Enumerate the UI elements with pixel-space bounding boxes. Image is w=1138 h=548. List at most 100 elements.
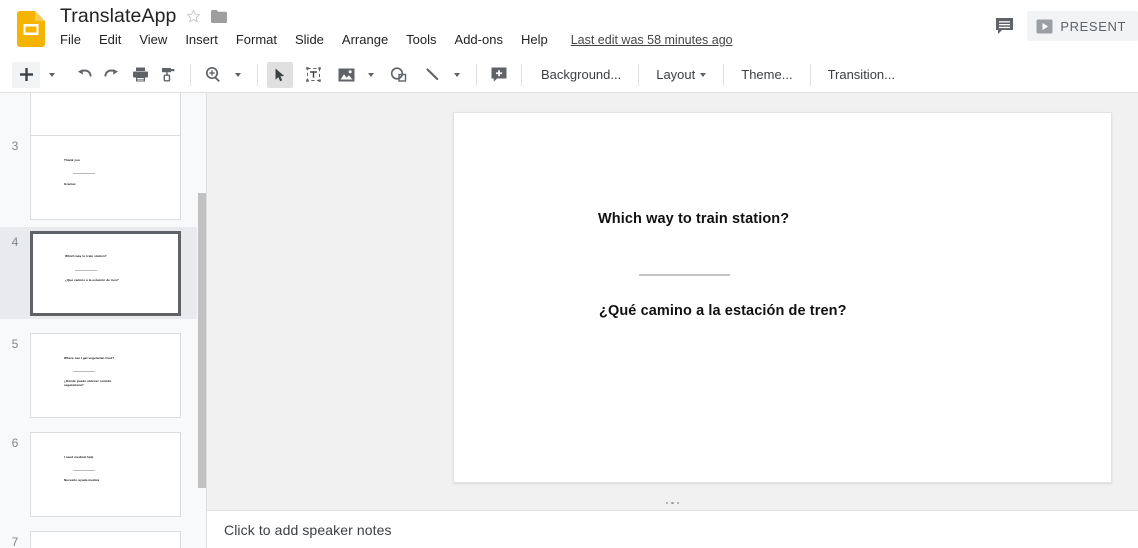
notes-resize-handle[interactable] — [207, 496, 1138, 511]
title-icon-group — [186, 5, 227, 27]
filmstrip-slide-3[interactable]: 3 Thank you Gracias — [0, 135, 206, 220]
slide-thumbnail[interactable] — [30, 93, 181, 138]
present-label: PRESENT — [1060, 18, 1126, 34]
slide-spanish-text[interactable]: ¿Qué camino a la estación de tren? — [599, 303, 847, 319]
print-button[interactable] — [127, 62, 153, 88]
thumbnail-canvas: Thank you Gracias — [31, 136, 180, 219]
thumb-spanish-text: ¿Dónde puedo obtener comida vegetariana? — [64, 379, 111, 387]
menu-arrange[interactable]: Arrange — [333, 30, 397, 50]
insert-shape-button[interactable] — [386, 62, 412, 88]
slide-number: 6 — [11, 436, 19, 450]
new-slide-dropdown[interactable] — [42, 62, 62, 88]
folder-icon[interactable] — [211, 9, 227, 23]
text-box-icon — [305, 67, 321, 82]
slide-thumbnail[interactable]: Which way to train station? ¿Qué camino … — [30, 231, 181, 316]
slide-filmstrip-panel[interactable]: 3 Thank you Gracias 4 Which way to train… — [0, 93, 207, 548]
chevron-down-icon — [454, 72, 460, 77]
filmstrip-slide-6[interactable]: 6 I need medical help Necesito ayuda med… — [0, 432, 206, 517]
new-slide-button[interactable] — [12, 61, 40, 88]
thumb-english-text: I need medical help — [64, 455, 94, 459]
dot — [671, 501, 674, 505]
menu-add-ons[interactable]: Add-ons — [446, 30, 512, 50]
menu-edit[interactable]: Edit — [90, 30, 130, 50]
app-body: 3 Thank you Gracias 4 Which way to train… — [0, 93, 1138, 548]
slides-logo-icon[interactable] — [11, 8, 51, 50]
zoom-dropdown[interactable] — [228, 62, 248, 88]
slide-thumbnail[interactable]: Where can I get vegetarian food? ¿Dónde … — [30, 333, 181, 418]
menu-tools[interactable]: Tools — [397, 30, 445, 50]
menu-bar: File Edit View Insert Format Slide Arran… — [60, 30, 733, 50]
slide-number: 4 — [11, 235, 19, 249]
magnifier-plus-icon — [205, 66, 220, 83]
toolbar-group-slide-props: Background... Layout Theme... Transition… — [530, 57, 906, 93]
zoom-button[interactable] — [200, 62, 226, 88]
present-button[interactable]: PRESENT — [1027, 11, 1138, 41]
insert-image-button[interactable] — [333, 62, 359, 88]
comment-icon[interactable] — [987, 9, 1021, 43]
toolbar-separator — [190, 63, 191, 86]
slide-divider-line[interactable] — [639, 274, 730, 276]
select-tool-button[interactable] — [267, 61, 293, 88]
menu-file[interactable]: File — [60, 30, 90, 50]
theme-button[interactable]: Theme... — [730, 62, 803, 88]
menu-insert[interactable]: Insert — [176, 30, 227, 50]
slides-logo-glyph — [17, 11, 45, 47]
toolbar-separator — [809, 63, 811, 86]
menu-slide[interactable]: Slide — [286, 30, 333, 50]
background-button[interactable]: Background... — [530, 62, 632, 88]
text-box-button[interactable] — [300, 62, 326, 88]
paint-format-button[interactable] — [155, 62, 181, 88]
menu-view[interactable]: View — [130, 30, 176, 50]
thumb-divider — [73, 173, 95, 174]
star-outline-icon[interactable] — [186, 8, 201, 24]
undo-button[interactable] — [71, 62, 97, 88]
chevron-down-icon — [368, 72, 374, 77]
slide-thumbnail[interactable] — [30, 531, 181, 548]
chevron-down-icon — [49, 72, 55, 77]
add-comment-button[interactable] — [486, 62, 512, 88]
printer-icon — [132, 67, 148, 82]
filmstrip-slide-5[interactable]: 5 Where can I get vegetarian food? ¿Dónd… — [0, 333, 206, 418]
paint-roller-icon — [161, 68, 174, 82]
slide-number: 3 — [11, 139, 19, 153]
last-edit-status[interactable]: Last edit was 58 minutes ago — [571, 30, 733, 50]
menu-format[interactable]: Format — [227, 30, 286, 50]
toolbar-group-comment — [485, 57, 513, 93]
speaker-notes-area[interactable]: Click to add speaker notes — [207, 511, 1138, 548]
filmstrip-slide-4-selected[interactable]: 4 Which way to train station? ¿Qué camin… — [0, 227, 206, 319]
resize-handle-dots-icon — [665, 501, 680, 505]
thumbnail-canvas — [31, 93, 180, 137]
layout-label: Layout — [656, 66, 696, 82]
thumb-divider — [73, 470, 95, 471]
filmstrip-scrollbar-thumb[interactable] — [198, 193, 206, 488]
slide-english-text[interactable]: Which way to train station? — [598, 211, 789, 227]
slide-thumbnail[interactable]: I need medical help Necesito ayuda medic… — [30, 432, 181, 517]
insert-image-dropdown[interactable] — [361, 62, 381, 88]
thumbnail-canvas: Where can I get vegetarian food? ¿Dónde … — [31, 334, 180, 417]
add-comment-icon — [491, 67, 507, 82]
line-icon — [425, 68, 438, 81]
redo-button[interactable] — [99, 62, 125, 88]
filmstrip-slide-7-partial[interactable]: 7 — [0, 531, 206, 548]
comment-glyph — [995, 17, 1013, 34]
thumbnail-canvas — [31, 532, 180, 548]
insert-line-dropdown[interactable] — [447, 62, 467, 88]
transition-button[interactable]: Transition... — [817, 62, 906, 88]
layout-button[interactable]: Layout — [645, 62, 717, 88]
image-icon — [338, 68, 354, 81]
slide-thumbnail[interactable]: Thank you Gracias — [30, 135, 181, 220]
filmstrip-scrollbar[interactable] — [197, 93, 206, 548]
toolbar-group-zoom — [199, 57, 249, 93]
redo-arrow-icon — [104, 68, 118, 77]
thumb-spanish-text: ¿Qué camino a la estación de tren? — [65, 278, 119, 282]
document-title[interactable]: TranslateApp — [60, 2, 176, 30]
chevron-down-icon — [235, 72, 241, 77]
shape-icon — [390, 67, 407, 82]
active-slide-canvas[interactable]: Which way to train station? ¿Qué camino … — [453, 112, 1112, 483]
menu-help[interactable]: Help — [512, 30, 557, 50]
slide-editor-workspace[interactable]: Which way to train station? ¿Qué camino … — [207, 93, 1138, 496]
filmstrip-slide-2-partial[interactable] — [0, 93, 206, 138]
toolbar-separator — [723, 63, 725, 86]
header-actions: PRESENT — [987, 6, 1138, 46]
insert-line-button[interactable] — [419, 62, 445, 88]
